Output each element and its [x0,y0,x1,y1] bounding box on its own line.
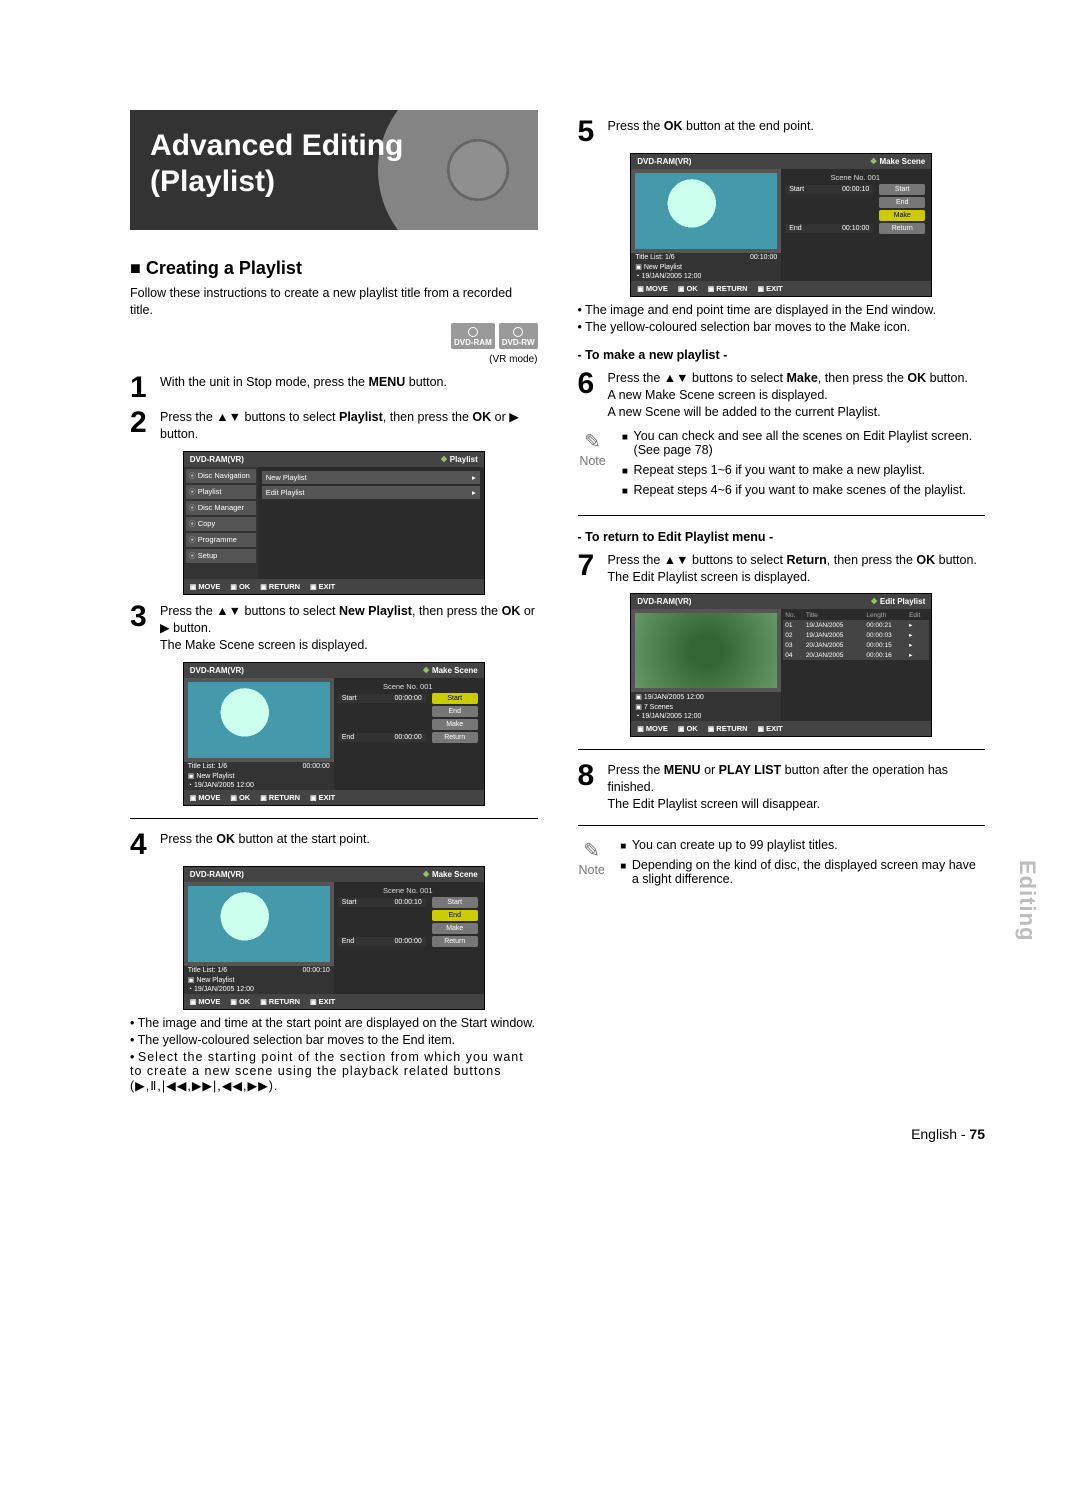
list-item: The yellow-coloured selection bar moves … [130,1033,538,1047]
right-column: 5 Press the OK button at the end point. … [578,110,986,1096]
section-tab: Editing [1014,860,1040,942]
osd-button-start: Start [432,693,478,704]
osd-make-scene-4: DVD-RAM(VR)Make Scene Title List: 1/600:… [183,866,485,1010]
divider [578,515,986,516]
menu-item: Disc Navigation [186,469,256,483]
note-icon: ✎ Note [578,838,606,892]
step-body: Press the OK button at the end point. [608,118,814,145]
osd-button-make: Make [432,923,478,934]
osd-edit-playlist: DVD-RAM(VR)Edit Playlist ▣ 19/JAN/2005 1… [630,593,932,737]
step-body: With the unit in Stop mode, press the ME… [160,374,447,401]
step-2: 2 Press the ▲▼ buttons to select Playlis… [130,409,538,443]
subhead-return-menu: - To return to Edit Playlist menu - [578,530,986,544]
step-number: 7 [578,552,600,586]
osd-button-start: Start [432,897,478,908]
vr-mode-note: (VR mode) [130,353,538,367]
menu-item: Programme [186,533,256,547]
step-body: Press the ▲▼ buttons to select Make, the… [608,370,968,421]
osd-footer: MOVEOKRETURNEXIT [184,579,484,594]
osd-button-make: Make [432,719,478,730]
step-1: 1 With the unit in Stop mode, press the … [130,374,538,401]
note-item: Repeat steps 1~6 if you want to make a n… [634,463,985,477]
playlist-table: No.TitleLengthEdit 0119/JAN/200500:00:21… [783,611,929,660]
step-number: 5 [578,118,600,145]
divider [578,749,986,750]
osd-playlist-menu: DVD-RAM(VR) Playlist Disc Navigation Pla… [183,451,485,595]
note-icon: ✎ Note [578,429,608,503]
disc-tag-rw: DVD-RW [499,323,538,349]
submenu-item: New Playlist▸ [262,471,480,484]
table-row: 0420/JAN/200500:00:16 [783,650,929,660]
step-4: 4 Press the OK button at the start point… [130,831,538,858]
section-intro: Follow these instructions to create a ne… [130,285,538,319]
submenu-item: Edit Playlist▸ [262,486,480,499]
scene-no: Scene No. 001 [338,682,478,691]
preview-thumbnail [635,613,777,688]
step-body: Press the ▲▼ buttons to select Return, t… [608,552,977,586]
osd-button-make: Make [879,210,925,221]
note-item: You can check and see all the scenes on … [634,429,985,457]
chapter-title: Advanced Editing (Playlist) [130,110,538,218]
menu-item: Setup [186,549,256,563]
step-number: 2 [130,409,152,443]
menu-item: Playlist [186,485,256,499]
menu-item: Copy [186,517,256,531]
section-title: Creating a Playlist [130,258,538,279]
step-body: Press the ▲▼ buttons to select New Playl… [160,603,538,654]
osd-button-return: Return [432,732,478,743]
step-5-notes: The image and end point time are display… [578,303,986,334]
osd-button-end: End [432,706,478,717]
step-number: 6 [578,370,600,421]
note-block-2: ✎ Note You can create up to 99 playlist … [578,838,986,892]
note-item: You can create up to 99 playlist titles. [632,838,985,852]
osd-side-nav: Disc Navigation Playlist Disc Manager Co… [184,467,258,579]
osd-make-scene-5: DVD-RAM(VR)Make Scene Title List: 1/600:… [630,153,932,297]
osd-titlebar: DVD-RAM(VR) Playlist [184,452,484,467]
menu-item: Disc Manager [186,501,256,515]
step-number: 1 [130,374,152,401]
list-item: The image and end point time are display… [578,303,986,317]
step-3: 3 Press the ▲▼ buttons to select New Pla… [130,603,538,654]
step-7: 7 Press the ▲▼ buttons to select Return,… [578,552,986,586]
list-item: Select the starting point of the section… [130,1050,538,1093]
note-item: Repeat steps 4~6 if you want to make sce… [634,483,985,497]
step-6: 6 Press the ▲▼ buttons to select Make, t… [578,370,986,421]
preview-thumbnail [635,173,777,249]
preview-thumbnail [188,682,330,758]
divider [578,825,986,826]
page-footer: English - 75 [130,1126,985,1142]
osd-button-end: End [432,910,478,921]
divider [130,818,538,819]
osd-footer: MOVEOKRETURNEXIT [184,790,484,805]
table-row: 0219/JAN/200500:00:03 [783,630,929,640]
step-number: 8 [578,762,600,813]
step-8: 8 Press the MENU or PLAY LIST button aft… [578,762,986,813]
note-item: Depending on the kind of disc, the displ… [632,858,985,886]
note-block-1: ✎ Note You can check and see all the sce… [578,429,986,503]
subhead-make-playlist: - To make a new playlist - [578,348,986,362]
osd-make-scene-3: DVD-RAM(VR)Make Scene Title List: 1/600:… [183,662,485,806]
chapter-header: Advanced Editing (Playlist) [130,110,538,230]
osd-button-return: Return [432,936,478,947]
left-column: Advanced Editing (Playlist) Creating a P… [130,110,538,1096]
step-body: Press the ▲▼ buttons to select Playlist,… [160,409,538,443]
step-4-notes: The image and time at the start point ar… [130,1016,538,1093]
osd-button-start: Start [879,184,925,195]
step-body: Press the OK button at the start point. [160,831,370,858]
step-body: Press the MENU or PLAY LIST button after… [608,762,986,813]
list-item: The yellow-coloured selection bar moves … [578,320,986,334]
step-number: 3 [130,603,152,654]
table-row: 0320/JAN/200500:00:15 [783,640,929,650]
disc-compat-tags: DVD-RAM DVD-RW [130,323,538,349]
preview-thumbnail [188,886,330,962]
disc-tag-ram: DVD-RAM [451,323,495,349]
list-item: The image and time at the start point ar… [130,1016,538,1030]
step-5: 5 Press the OK button at the end point. [578,118,986,145]
table-row: 0119/JAN/200500:00:21 [783,620,929,630]
osd-titlebar: DVD-RAM(VR)Make Scene [184,663,484,678]
osd-button-end: End [879,197,925,208]
step-number: 4 [130,831,152,858]
osd-button-return: Return [879,223,925,234]
